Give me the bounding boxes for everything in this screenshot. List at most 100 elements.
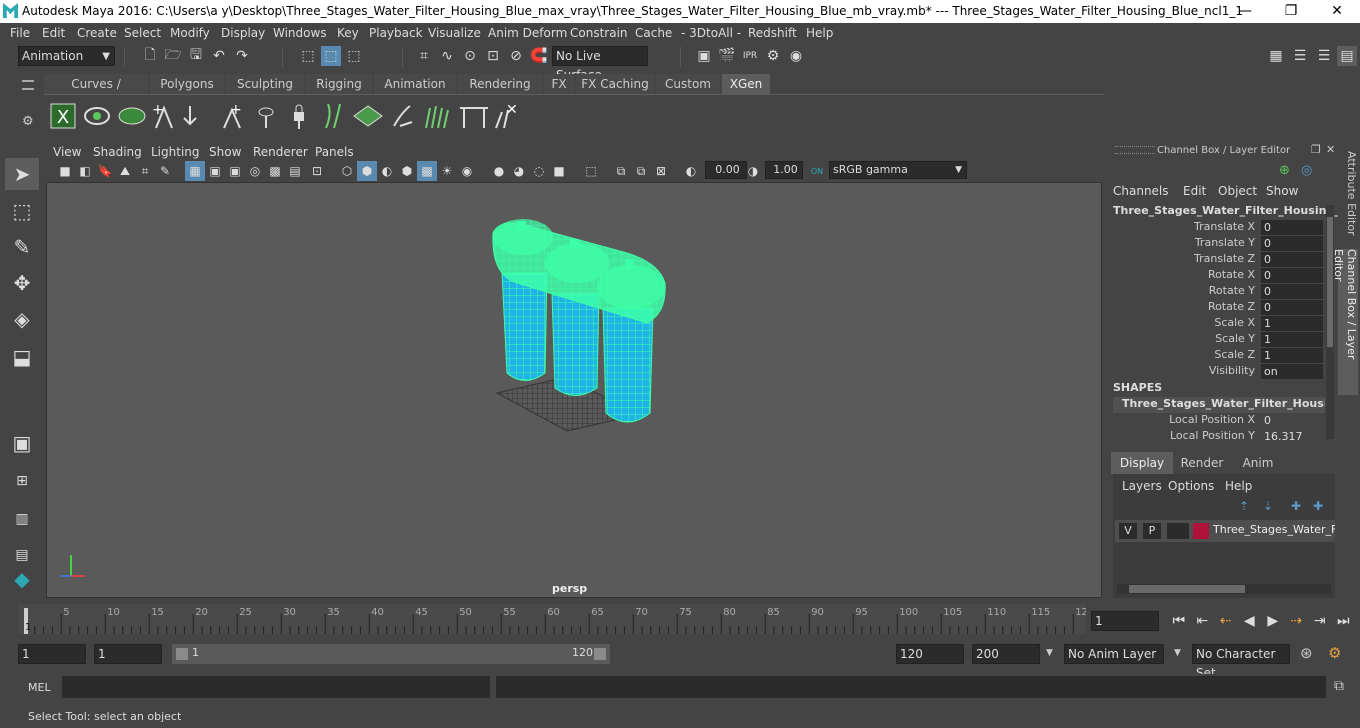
layer-name[interactable]: Three_Stages_Water_Filt [1213,523,1335,536]
redo-icon[interactable]: ↷ [232,46,252,66]
render-settings-icon[interactable]: ⚙ [763,46,783,66]
gamma-reset-icon[interactable]: ◑ [743,161,763,181]
attr-value[interactable]: 1 [1261,348,1323,363]
select-camera-icon[interactable]: ⬚ [581,161,601,181]
frame-selected-icon[interactable]: ⧉ [631,161,651,181]
layer-tab-render[interactable]: Render [1175,452,1229,474]
gamma-icon[interactable]: ● [489,161,509,181]
attr-value[interactable]: on [1261,364,1323,379]
select-tool-icon[interactable]: ➤ [5,158,39,190]
paint-select-tool-icon[interactable]: ✎ [5,231,39,263]
save-scene-icon[interactable]: 🖫 [186,46,206,66]
sculpt-guides-icon[interactable] [425,105,449,129]
smooth-shade-icon[interactable]: ▣ [205,161,225,181]
drag-handle-icon[interactable] [1115,146,1155,154]
lock-guide-icon[interactable] [294,104,304,129]
menu-modify[interactable]: Modify [170,26,210,40]
snap-curve-icon[interactable]: ∿ [437,46,457,66]
make-live-icon[interactable]: 🧲 [529,46,549,66]
wireframe-icon[interactable]: ▦ [185,161,205,181]
step-back-key-icon[interactable]: ⇤ [1192,613,1214,629]
script-editor-icon[interactable]: ⧉ [1334,678,1344,694]
exposure-reset-icon[interactable]: ◐ [681,161,701,181]
delete-guides-icon[interactable]: ✕ [495,102,518,129]
lighting-icon[interactable]: ◎ [245,161,265,181]
playback-start-field[interactable]: 1 [94,644,162,664]
cut-guides-icon[interactable] [460,107,488,128]
vp-menu-panels[interactable]: Panels [315,145,354,159]
undo-icon[interactable]: ↶ [209,46,229,66]
shelf-tab-custom[interactable]: Custom [656,74,720,94]
shelf-tab-sculpting[interactable]: Sculpting [226,74,304,94]
color-space-select[interactable]: sRGB gamma ▼ [829,161,967,179]
animation-start-field[interactable]: 1 [18,644,86,664]
open-scene-icon[interactable]: 🗁 [163,46,183,66]
xray-components-icon[interactable]: ⬢ [397,161,417,181]
select-object-icon[interactable]: ⬚ [321,46,341,66]
attr-row[interactable]: Scale Z 1 [1107,348,1327,364]
camera-attributes-icon[interactable]: ◧ [75,161,95,181]
snap-grid-icon[interactable]: ⌗ [414,46,434,66]
attr-value[interactable]: 0 [1261,284,1323,299]
vp-menu-lighting[interactable]: Lighting [151,145,200,159]
hud-icon[interactable]: ◉ [457,161,477,181]
cb-menu-show[interactable]: Show [1266,184,1298,198]
guide-flow-icon[interactable] [325,103,341,129]
float-panel-icon[interactable]: ❐ [1311,143,1321,156]
live-surface-field[interactable]: No Live Surface [552,46,648,82]
attr-row[interactable]: Scale X 1 [1107,316,1327,332]
attr-row[interactable]: Visibility on [1107,364,1327,380]
character-set-select[interactable]: No Character Set [1192,644,1290,680]
chevron-down-icon[interactable]: ▼ [1046,648,1053,658]
shelf-tab-xgen[interactable]: XGen [722,74,770,94]
anim-layer-select[interactable]: No Anim Layer [1064,644,1164,664]
exposure-icon[interactable]: ◕ [509,161,529,181]
snap-surface-icon[interactable]: ⊘ [506,46,526,66]
layer-tab-anim[interactable]: Anim [1231,452,1285,474]
channel-box-scrollbar[interactable] [1326,205,1334,439]
attr-row[interactable]: Rotate X 0 [1107,268,1327,284]
vp-menu-show[interactable]: Show [209,145,241,159]
menu-redshift[interactable]: Redshift [748,26,797,40]
attr-value[interactable]: 0 [1261,236,1323,251]
add-guide-icon[interactable]: + [152,102,173,129]
groom-brush-icon[interactable] [393,105,413,127]
resolution-gate-icon[interactable]: ⊠ [651,161,671,181]
layer-type-toggle[interactable] [1167,523,1189,539]
attr-row[interactable]: Translate Z 0 [1107,252,1327,268]
exposure-field[interactable]: 0.00 [705,161,747,179]
outliner-layout-icon[interactable]: ▥ [5,503,39,535]
grid-icon[interactable]: ⌗ [135,161,155,181]
shelf-tab-curves-surfaces[interactable]: Curves / Surfaces [44,74,148,111]
cb-menu-edit[interactable]: Edit [1183,184,1206,198]
menu-playback[interactable]: Playback [369,26,423,40]
shelf-tab-animation[interactable]: Animation [374,74,456,94]
cb-menu-channels[interactable]: Channels [1113,184,1169,198]
select-component-icon[interactable]: ⬚ [344,46,364,66]
layer-menu-help[interactable]: Help [1225,479,1252,493]
range-slider[interactable]: 1 120 [172,644,610,664]
workspace-icon[interactable]: ▦ [1266,46,1286,66]
hypershade-icon[interactable]: ◉ [786,46,806,66]
scrollbar-thumb[interactable] [1327,217,1333,347]
menu-edit[interactable]: Edit [42,26,65,40]
attr-value[interactable]: 0 [1261,220,1323,235]
viewport-fx-icon[interactable]: ◌ [529,161,549,181]
xgen-editor-icon[interactable]: X [50,103,76,129]
speed-icon[interactable]: ◎ [1301,163,1312,178]
current-frame-value[interactable]: 1 [1091,611,1159,631]
perspective-viewport[interactable]: persp [46,182,1102,598]
color-management-icon[interactable]: ON [807,161,827,181]
attr-value[interactable]: 0 [1261,268,1323,283]
attr-row[interactable]: Translate Y 0 [1107,236,1327,252]
shelf-settings-icon[interactable]: ⚙ [22,114,34,129]
minimize-button[interactable]: — [1222,0,1268,23]
playback-end-field[interactable]: 120 [896,644,964,664]
menu-anim-deform[interactable]: Anim Deform [488,26,567,40]
layer-menu-options[interactable]: Options [1168,479,1214,493]
attr-row[interactable]: Local Position Y 16.317 [1107,429,1327,445]
layer-color-swatch[interactable] [1193,523,1209,539]
xgen-preview-icon[interactable] [84,107,110,125]
motion-blur-icon[interactable]: ⊡ [307,161,327,181]
go-to-end-icon[interactable]: ⏭ [1333,613,1355,629]
